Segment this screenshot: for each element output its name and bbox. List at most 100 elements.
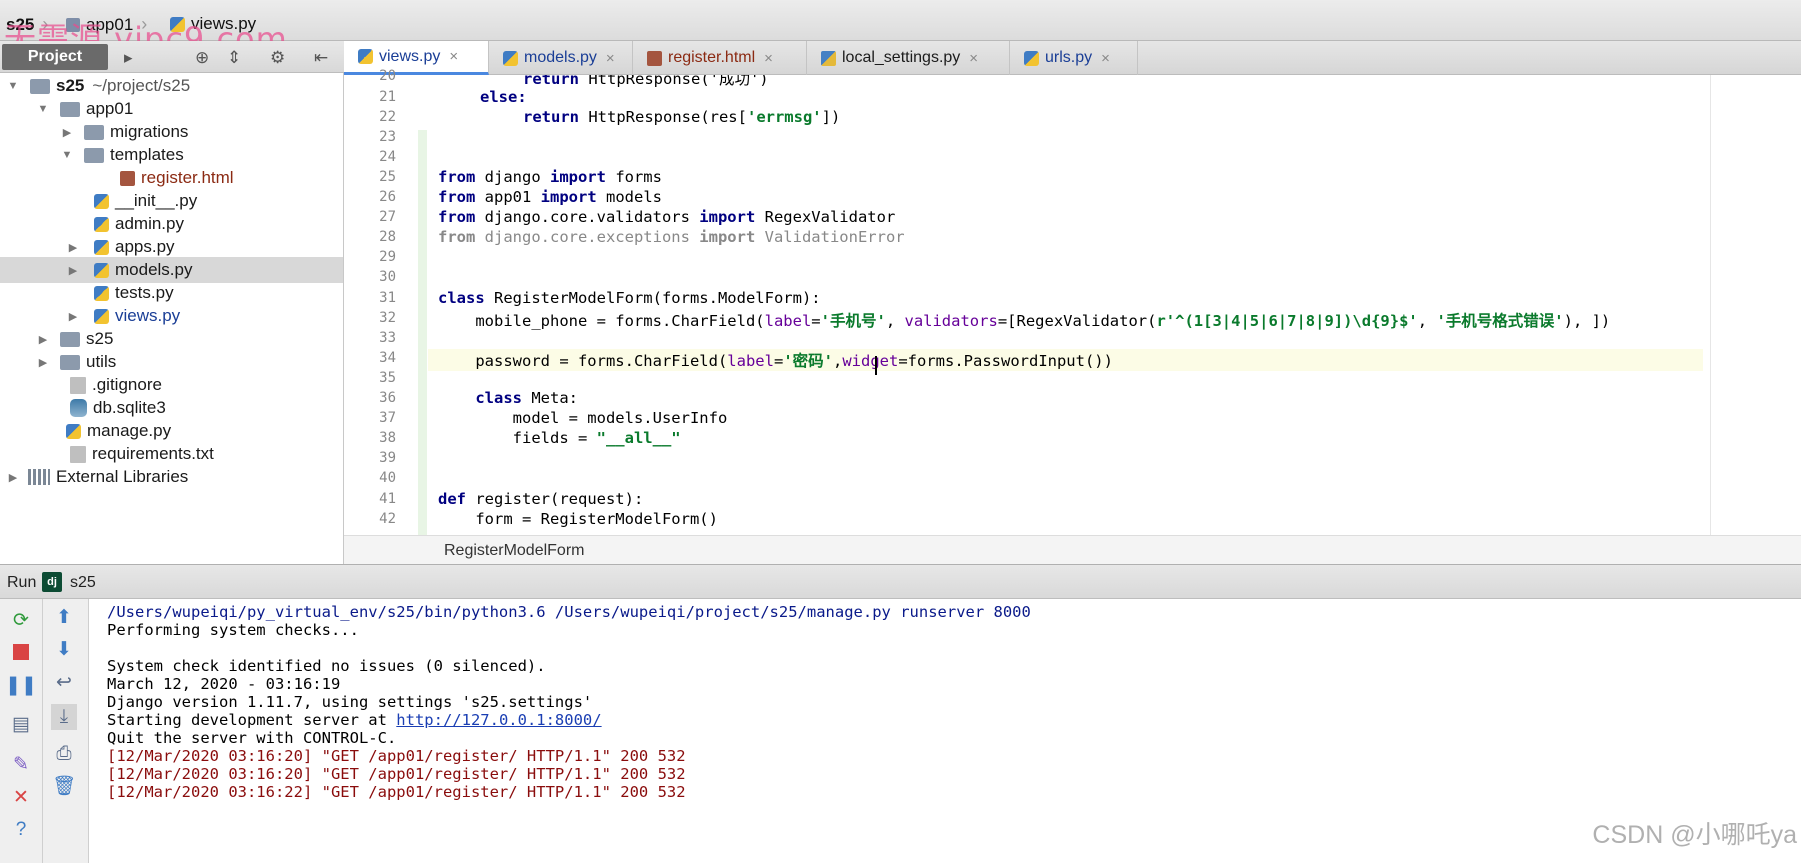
up-arrow-icon[interactable]: ⬆ (51, 604, 77, 630)
line-number: 35 (379, 370, 396, 386)
watermark-bottom: CSDN @小哪吒ya (1592, 821, 1797, 849)
expand-arrow-icon[interactable]: ▶ (66, 264, 80, 277)
pause-icon[interactable]: ❚❚ (5, 672, 37, 698)
breadcrumb-class[interactable]: RegisterModelForm (444, 542, 584, 560)
run-console[interactable]: /Users/wupeiqi/py_virtual_env/s25/bin/py… (89, 599, 1801, 863)
close-tab-icon[interactable]: × (969, 50, 978, 67)
close-tab-icon[interactable]: × (606, 50, 615, 67)
line-number: 22 (379, 109, 396, 125)
tab-local-settings-py[interactable]: local_settings.py × (807, 41, 1010, 75)
python-file-icon (94, 285, 109, 301)
console-line: [12/Mar/2020 03:16:20] "GET /app01/regis… (107, 765, 686, 783)
code-editor[interactable]: return HttpResponse('成功') else: return H… (428, 75, 1703, 535)
python-file-icon (358, 49, 373, 64)
line-number: 39 (379, 450, 396, 466)
python-file-icon (94, 193, 109, 209)
pin-icon[interactable]: ✎ (8, 751, 34, 777)
collapse-icon[interactable]: ⇕ (227, 48, 241, 68)
library-icon (28, 469, 50, 485)
html-file-icon (120, 170, 135, 186)
folder-icon (84, 124, 104, 140)
run-panel-header: Run dj s25 (0, 564, 1801, 599)
line-number: 36 (379, 390, 396, 406)
expand-arrow-icon[interactable]: ▶ (66, 241, 80, 254)
run-label: Run (7, 574, 37, 591)
expand-arrow-icon[interactable]: ▶ (36, 333, 50, 346)
python-file-icon (503, 50, 518, 66)
tab-urls-py[interactable]: urls.py × (1010, 41, 1138, 75)
line-number: 32 (379, 310, 396, 326)
line-number: 40 (379, 470, 396, 486)
rerun-icon[interactable]: ⟳ (8, 607, 34, 633)
folder-icon (60, 354, 80, 370)
console-line: /Users/wupeiqi/py_virtual_env/s25/bin/py… (107, 603, 1031, 621)
console-line-server: Starting development server at http://12… (107, 711, 602, 729)
expand-arrow-icon[interactable]: ▼ (36, 103, 50, 115)
soft-wrap-icon[interactable]: ↩ (51, 669, 77, 695)
tab-models-py[interactable]: models.py × (489, 41, 633, 75)
line-number: 20 (379, 68, 396, 84)
python-file-icon (94, 239, 109, 255)
expand-arrow-icon[interactable]: ▼ (6, 80, 20, 92)
dropdown-arrow-icon[interactable]: ▸ (124, 48, 133, 68)
python-file-icon (1024, 50, 1039, 66)
change-marker (418, 130, 427, 535)
editor-tab-bar: views.py × models.py × register.html × loca… (344, 41, 1801, 75)
html-file-icon (647, 50, 662, 66)
trash-icon[interactable]: 🗑 (51, 773, 77, 799)
hide-icon[interactable]: ⇤ (314, 48, 328, 68)
code-line: return HttpResponse('成功') (523, 75, 769, 88)
line-number: 28 (379, 229, 396, 245)
code-line: return HttpResponse(res['errmsg']) (523, 108, 841, 126)
layout-icon[interactable]: ▤ (8, 711, 34, 737)
expand-arrow-icon[interactable]: ▼ (60, 149, 74, 161)
line-number: 30 (379, 269, 396, 285)
code-line: fields = "__all__" (438, 429, 681, 447)
help-icon[interactable]: ? (8, 817, 34, 843)
stop-icon[interactable] (8, 639, 34, 665)
text-file-icon (70, 376, 86, 394)
expand-arrow-icon[interactable]: ▶ (60, 126, 74, 139)
tab-register-html[interactable]: register.html × (633, 41, 807, 75)
navigation-bar: s25 › app01 › views.py 无需源 vipc9.com (0, 0, 1801, 58)
project-tree: ▼ s25 ~/project/s25 ▼ app01 ▶ migrations ▼ te… (0, 73, 344, 564)
close-icon[interactable]: ✕ (8, 784, 34, 810)
line-number: 23 (379, 129, 396, 145)
code-line: from django.core.exceptions import Valid… (438, 228, 905, 246)
text-caret (875, 356, 877, 375)
tree-item-external-libraries[interactable]: ▶ External Libraries (0, 464, 343, 490)
code-line: form = RegisterModelForm() (438, 510, 718, 528)
server-url-link[interactable]: http://127.0.0.1:8000/ (396, 711, 601, 729)
line-number: 29 (379, 249, 396, 265)
folder-icon (60, 101, 80, 117)
console-line: Performing system checks... (107, 621, 359, 639)
python-file-icon (94, 308, 109, 324)
python-file-icon (66, 423, 81, 439)
expand-arrow-icon[interactable]: ▶ (36, 356, 50, 369)
down-arrow-icon[interactable]: ⬇ (51, 636, 77, 662)
target-icon[interactable]: ⊕ (195, 48, 209, 68)
line-number: 38 (379, 430, 396, 446)
close-tab-icon[interactable]: × (1101, 50, 1110, 67)
python-file-icon (94, 216, 109, 232)
code-line: def register(request): (438, 490, 644, 508)
close-tab-icon[interactable]: × (449, 48, 458, 65)
run-configuration-tab[interactable]: s25 (70, 574, 96, 592)
scroll-to-end-icon[interactable]: ⤓ (51, 704, 77, 730)
print-icon[interactable]: ⎙ (51, 741, 77, 767)
line-number: 41 (379, 491, 396, 507)
code-line: class RegisterModelForm(forms.ModelForm)… (438, 289, 821, 307)
project-tool-tab[interactable]: Project (2, 44, 108, 70)
django-icon: dj (42, 572, 62, 592)
close-tab-icon[interactable]: × (764, 50, 773, 67)
code-line: class Meta: (475, 389, 578, 407)
console-line: March 12, 2020 - 03:16:19 (107, 675, 341, 693)
expand-arrow-icon[interactable]: ▶ (66, 310, 80, 323)
run-toolbar-right: ⬆ ⬇ ↩ ⤓ ⎙ 🗑 (43, 599, 89, 863)
expand-arrow-icon[interactable]: ▶ (6, 471, 20, 484)
line-number: 26 (379, 189, 396, 205)
project-panel-header: Project ▸ ⊕ ⇕ ⚙ ⇤ (0, 41, 344, 73)
gear-icon[interactable]: ⚙ (270, 48, 285, 68)
line-number: 21 (379, 89, 396, 105)
python-file-icon (94, 262, 109, 278)
